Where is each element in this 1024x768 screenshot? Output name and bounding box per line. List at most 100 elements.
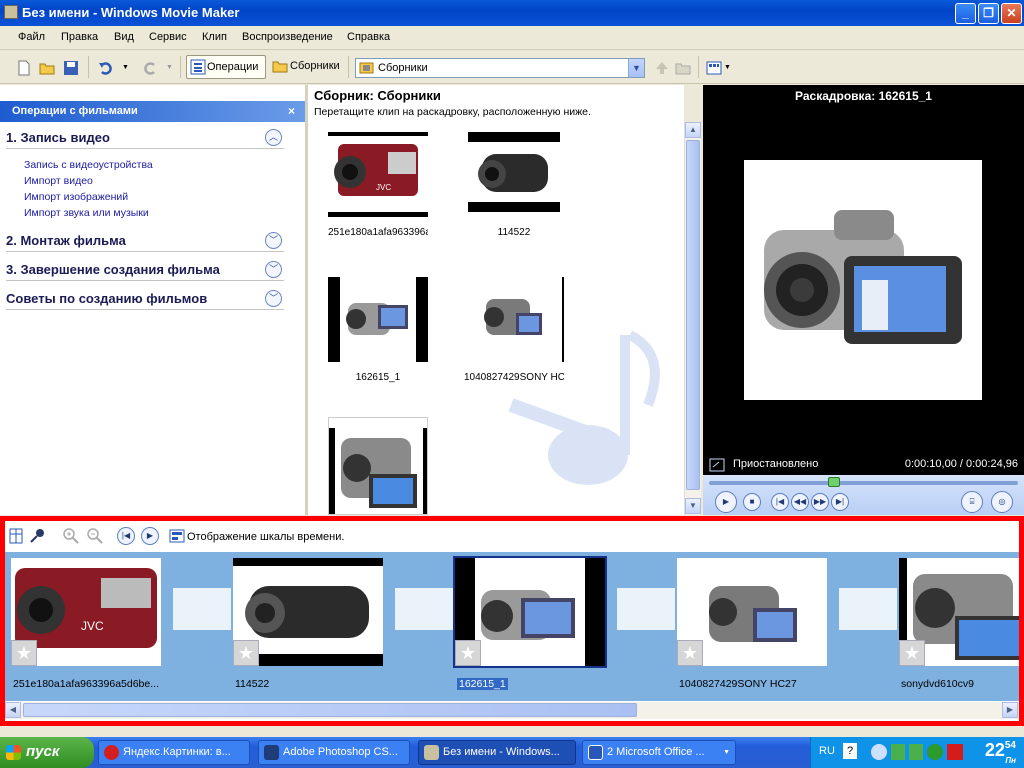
tray-app-icon[interactable] xyxy=(947,744,963,760)
menu-file[interactable]: Файл xyxy=(18,31,45,43)
menu-help[interactable]: Справка xyxy=(347,31,390,43)
taskbar-item-photoshop[interactable]: Adobe Photoshop CS... xyxy=(258,740,410,765)
scroll-right-icon[interactable]: ▶ xyxy=(1002,702,1018,718)
rewind-button[interactable]: ◀◀ xyxy=(791,493,809,511)
storyboard-scrollbar[interactable]: ◀ ▶ xyxy=(5,702,1019,719)
title-bar[interactable]: Без имени - Windows Movie Maker _ ❐ ✕ xyxy=(0,0,1024,26)
save-project-icon[interactable] xyxy=(63,60,79,76)
new-collection-icon[interactable] xyxy=(675,60,691,76)
close-button[interactable]: ✕ xyxy=(1001,3,1022,24)
video-effect-star-icon[interactable]: ★ xyxy=(11,640,37,666)
menu-clip[interactable]: Клип xyxy=(202,31,227,43)
app-icon[interactable] xyxy=(4,5,18,19)
chevron-down-icon[interactable]: ﹀ xyxy=(265,261,282,278)
views-icon[interactable] xyxy=(706,60,722,76)
stop-button[interactable]: ■ xyxy=(743,493,761,511)
split-clip-button[interactable]: ⌸ xyxy=(961,491,983,513)
chevron-down-icon[interactable]: ﹀ xyxy=(265,290,282,307)
timeline-view-icon[interactable] xyxy=(169,528,185,544)
task-link-capture-device[interactable]: Запись с видеоустройства xyxy=(24,159,153,171)
previous-frame-button[interactable]: |◀ xyxy=(771,493,789,511)
start-button[interactable]: пуск xyxy=(0,737,94,768)
scroll-left-icon[interactable]: ◀ xyxy=(5,702,21,718)
zoom-in-icon[interactable] xyxy=(63,528,79,544)
transition-slot[interactable] xyxy=(839,588,897,630)
collection-clip[interactable]: 1040827429SONY HC27 xyxy=(464,277,564,383)
take-picture-button[interactable]: ◎ xyxy=(991,491,1013,513)
update-icon[interactable] xyxy=(909,744,923,760)
storyboard-frame-selected[interactable]: ★ xyxy=(453,556,607,668)
redo-dropdown-icon[interactable]: ▼ xyxy=(166,64,173,71)
scroll-thumb[interactable] xyxy=(686,140,700,490)
chevron-down-icon[interactable]: ﹀ xyxy=(265,232,282,249)
open-project-icon[interactable] xyxy=(39,60,55,76)
network-icon[interactable] xyxy=(891,744,905,760)
storyboard-frame[interactable]: ★ xyxy=(677,558,827,666)
task-link-import-audio[interactable]: Импорт звука или музыки xyxy=(24,207,149,219)
taskbar-item-movie-maker[interactable]: Без имени - Windows... xyxy=(418,740,576,765)
collection-clip[interactable]: 162615_1 xyxy=(328,277,428,383)
taskbar-item-browser[interactable]: Яндекс.Картинки: в... xyxy=(98,740,250,765)
scroll-down-icon[interactable]: ▼ xyxy=(685,498,701,514)
menu-view[interactable]: Вид xyxy=(114,31,134,43)
section-movie-tips[interactable]: Советы по созданию фильмов ﹀ xyxy=(6,288,284,310)
collection-clip[interactable] xyxy=(328,417,428,515)
svg-text:JVC: JVC xyxy=(81,619,104,633)
transition-slot[interactable] xyxy=(173,588,231,630)
section-capture-video[interactable]: 1. Запись видео ︿ xyxy=(6,127,284,149)
task-link-import-pictures[interactable]: Импорт изображений xyxy=(24,191,128,203)
minimize-button[interactable]: _ xyxy=(955,3,976,24)
storyboard-icon[interactable] xyxy=(9,528,23,544)
views-dropdown-icon[interactable]: ▼ xyxy=(724,64,731,71)
undo-dropdown-icon[interactable]: ▼ xyxy=(122,64,129,71)
seek-thumb[interactable] xyxy=(827,477,840,487)
seek-bar[interactable] xyxy=(709,481,1018,485)
transition-slot[interactable] xyxy=(617,588,675,630)
tasks-button[interactable]: Операции xyxy=(186,55,266,79)
language-indicator[interactable]: RU xyxy=(819,745,835,757)
task-link-import-video[interactable]: Импорт видео xyxy=(24,175,93,187)
section-finish-movie[interactable]: 3. Завершение создания фильма ﹀ xyxy=(6,259,284,281)
storyboard-frame[interactable]: ★ xyxy=(899,558,1019,666)
collection-clip[interactable]: 114522 xyxy=(464,132,564,238)
chevron-up-icon[interactable]: ︿ xyxy=(265,129,282,146)
section-edit-movie[interactable]: 2. Монтаж фильма ﹀ xyxy=(6,230,284,252)
maximize-button[interactable]: ❐ xyxy=(978,3,999,24)
play-storyboard-button[interactable]: ▶ xyxy=(141,527,159,545)
scroll-thumb[interactable] xyxy=(23,703,637,717)
video-effect-star-icon[interactable]: ★ xyxy=(233,640,259,666)
menu-play[interactable]: Воспроизведение xyxy=(242,31,333,43)
help-icon[interactable]: ? xyxy=(843,743,857,759)
video-effect-star-icon[interactable]: ★ xyxy=(899,640,925,666)
zoom-out-icon[interactable] xyxy=(87,528,103,544)
menu-tools[interactable]: Сервис xyxy=(149,31,187,43)
video-effect-star-icon[interactable]: ★ xyxy=(455,640,481,666)
redo-icon[interactable] xyxy=(142,60,158,76)
collection-scrollbar[interactable]: ▲ ▼ xyxy=(684,122,701,515)
rewind-storyboard-button[interactable]: |◀ xyxy=(117,527,135,545)
storyboard-frame[interactable]: JVC ★ xyxy=(11,558,161,666)
storyboard-frame[interactable]: ★ xyxy=(233,558,383,666)
antivirus-icon[interactable] xyxy=(927,744,943,760)
next-frame-button[interactable]: ▶| xyxy=(831,493,849,511)
menu-edit[interactable]: Правка xyxy=(61,31,98,43)
scroll-up-icon[interactable]: ▲ xyxy=(685,122,701,138)
chevron-down-icon[interactable]: ▼ xyxy=(628,59,644,77)
collection-select[interactable]: Сборники ▼ xyxy=(355,58,645,78)
taskbar-item-office-group[interactable]: 2 Microsoft Office ... ▼ xyxy=(582,740,736,765)
full-screen-icon[interactable] xyxy=(709,458,725,472)
collection-clip[interactable]: JVC 251e180a1afa963396a5... xyxy=(328,132,428,238)
transition-slot[interactable] xyxy=(395,588,453,630)
back-arrow-icon[interactable] xyxy=(871,744,887,760)
collections-button[interactable]: Сборники xyxy=(270,55,342,79)
show-timeline-link[interactable]: Отображение шкалы времени. xyxy=(187,531,344,543)
video-effect-star-icon[interactable]: ★ xyxy=(677,640,703,666)
clock[interactable]: 2254 Пн xyxy=(985,740,1016,765)
close-icon[interactable]: × xyxy=(288,104,295,118)
play-button[interactable]: ▶ xyxy=(715,491,737,513)
undo-icon[interactable] xyxy=(98,60,114,76)
forward-button[interactable]: ▶▶ xyxy=(811,493,829,511)
narrate-microphone-icon[interactable] xyxy=(29,528,45,544)
new-project-icon[interactable] xyxy=(16,60,32,76)
up-level-icon[interactable] xyxy=(654,60,670,76)
